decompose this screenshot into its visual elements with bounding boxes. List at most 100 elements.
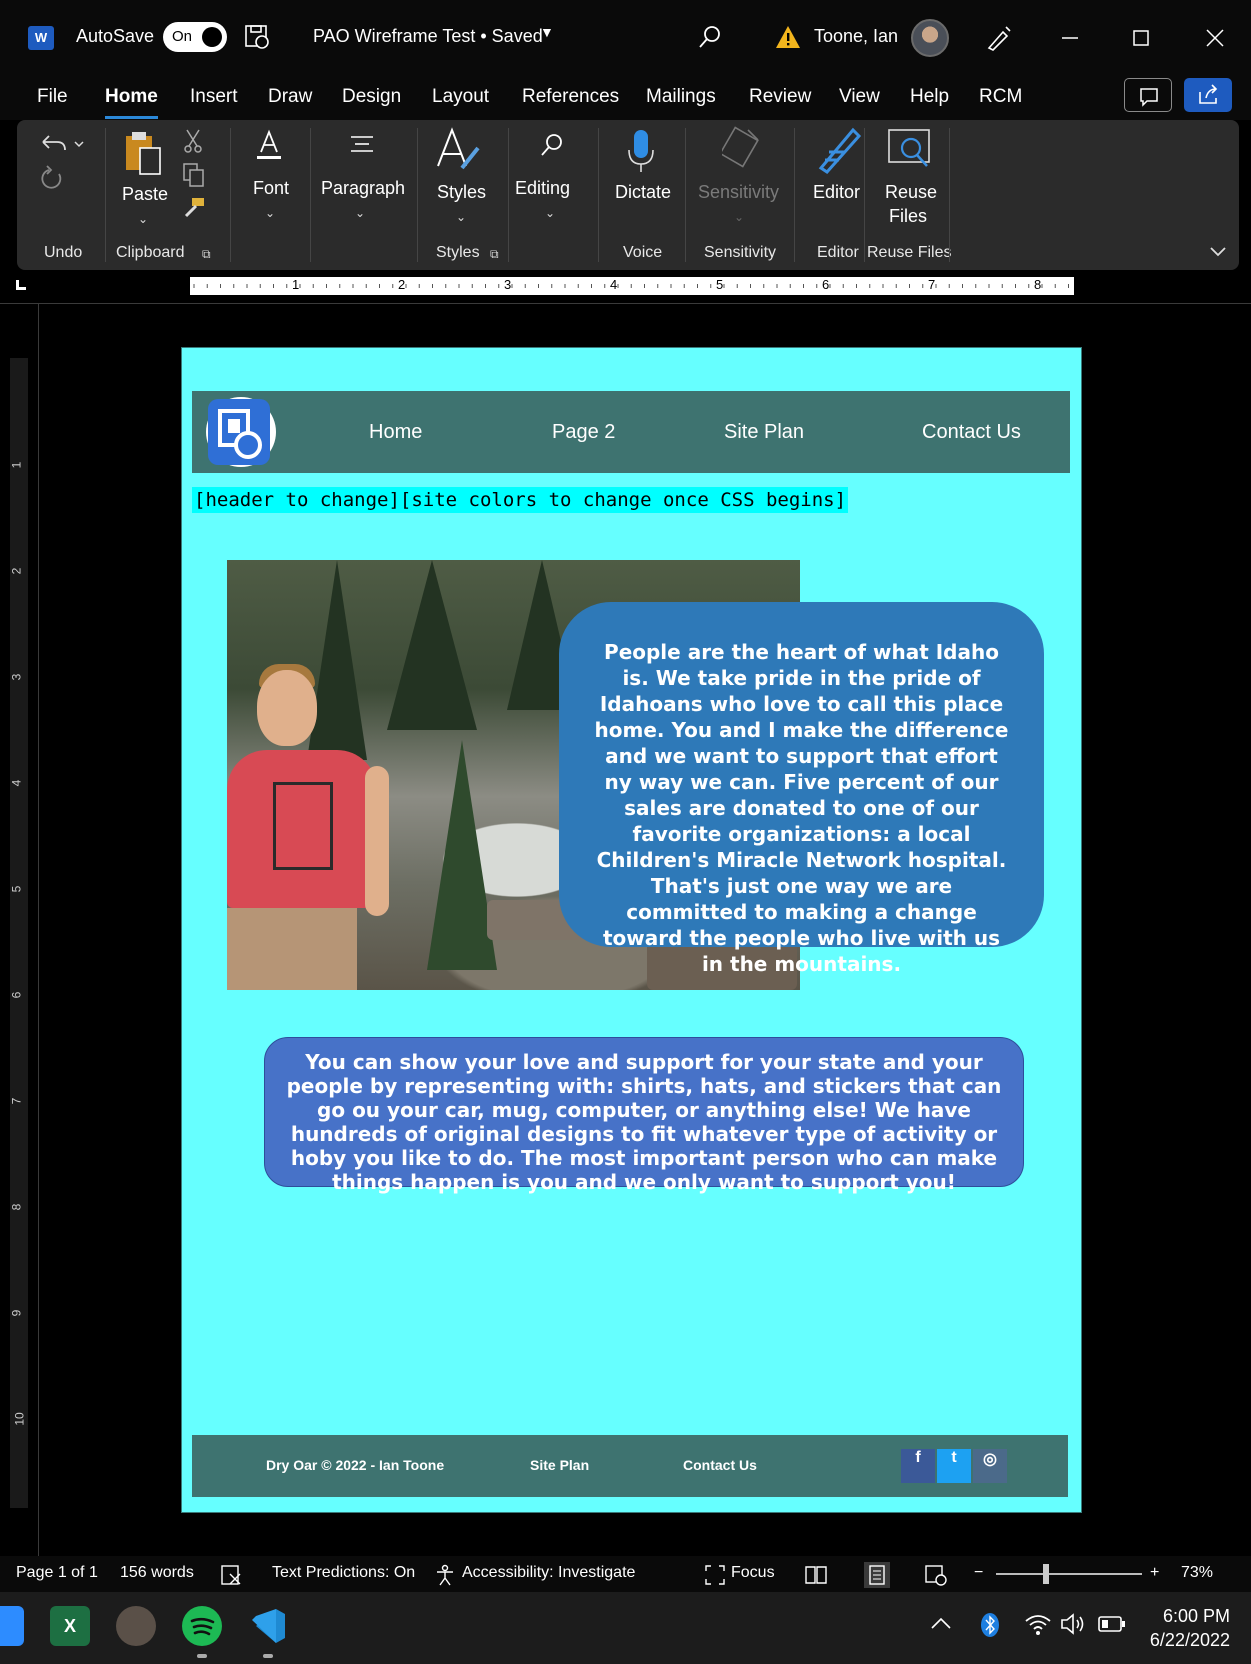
zoom-slider[interactable] xyxy=(996,1573,1142,1575)
minimize-icon[interactable] xyxy=(1050,18,1090,58)
paste-label[interactable]: Paste xyxy=(122,184,168,205)
text-predictions-status[interactable]: Text Predictions: On xyxy=(272,1564,415,1582)
focus-mode[interactable]: Focus xyxy=(731,1564,775,1582)
nav-home[interactable]: Home xyxy=(369,421,422,444)
reuse-files-label-line1[interactable]: Reuse xyxy=(885,182,937,203)
twitter-icon[interactable]: t xyxy=(937,1449,971,1483)
cut-icon[interactable] xyxy=(182,128,204,154)
editor-icon[interactable] xyxy=(815,126,863,174)
spotify-app-icon[interactable] xyxy=(182,1606,222,1646)
footer-contact-link[interactable]: Contact Us xyxy=(683,1457,757,1473)
tab-mailings[interactable]: Mailings xyxy=(646,86,716,108)
zoom-out-button[interactable]: − xyxy=(974,1564,983,1582)
page-count[interactable]: Page 1 of 1 xyxy=(16,1564,98,1582)
maximize-icon[interactable] xyxy=(1121,18,1161,58)
ruler-number: 6 xyxy=(822,277,830,292)
horizontal-ruler[interactable]: 1 2 3 4 5 6 7 8 xyxy=(190,277,1074,295)
tab-help[interactable]: Help xyxy=(910,86,949,108)
ribbon: Undo Paste ⌄ Clipboard ⧉ Font ⌄ Paragrap… xyxy=(17,120,1239,270)
warning-icon[interactable] xyxy=(775,24,801,50)
reuse-files-icon[interactable] xyxy=(887,128,935,172)
vertical-ruler[interactable]: 1 2 3 4 5 6 7 8 9 10 xyxy=(9,358,28,1508)
save-sync-icon[interactable] xyxy=(244,24,270,50)
tab-home[interactable]: Home xyxy=(105,86,158,119)
instagram-icon[interactable]: ◎ xyxy=(973,1449,1007,1483)
close-icon[interactable] xyxy=(1195,18,1235,58)
web-layout-icon[interactable] xyxy=(924,1564,948,1586)
user-name[interactable]: Toone, Ian xyxy=(814,26,898,47)
dialog-launcher-icon[interactable]: ⧉ xyxy=(490,247,499,262)
bluetooth-icon[interactable] xyxy=(980,1612,1000,1638)
facebook-icon[interactable]: f xyxy=(901,1449,935,1483)
dialog-launcher-icon[interactable]: ⧉ xyxy=(202,247,211,262)
comments-button[interactable] xyxy=(1124,78,1172,112)
chevron-down-icon[interactable]: ▼ xyxy=(540,24,554,40)
zoom-level[interactable]: 73% xyxy=(1181,1564,1213,1582)
redo-icon[interactable] xyxy=(37,164,67,194)
copy-icon[interactable] xyxy=(182,162,206,188)
paragraph-icon[interactable] xyxy=(349,132,375,158)
vscode-app-icon[interactable] xyxy=(248,1606,288,1646)
microphone-icon[interactable] xyxy=(625,128,657,176)
tab-rcm[interactable]: RCM xyxy=(979,86,1022,108)
font-icon[interactable] xyxy=(255,128,283,162)
chevron-down-icon[interactable]: ⌄ xyxy=(456,210,466,224)
footer-site-plan-link[interactable]: Site Plan xyxy=(530,1457,589,1473)
autosave-toggle[interactable]: On xyxy=(163,22,227,52)
battery-icon[interactable] xyxy=(1098,1614,1126,1634)
tab-file[interactable]: File xyxy=(37,86,68,108)
undo-icon[interactable] xyxy=(37,130,85,160)
chevron-down-icon[interactable]: ⌄ xyxy=(138,212,148,226)
tab-view[interactable]: View xyxy=(839,86,880,108)
chevron-down-icon[interactable]: ⌄ xyxy=(355,206,365,220)
styles-label[interactable]: Styles xyxy=(437,182,486,203)
wifi-icon[interactable] xyxy=(1024,1612,1052,1636)
nav-contact-us[interactable]: Contact Us xyxy=(922,421,1021,444)
share-button[interactable] xyxy=(1184,78,1232,112)
chevron-down-icon[interactable]: ⌄ xyxy=(265,206,275,220)
editing-label[interactable]: Editing xyxy=(515,178,570,199)
nav-site-plan[interactable]: Site Plan xyxy=(724,421,804,444)
nav-page-2[interactable]: Page 2 xyxy=(552,421,615,444)
volume-icon[interactable] xyxy=(1060,1612,1086,1636)
format-painter-icon[interactable] xyxy=(180,196,206,220)
avatar[interactable] xyxy=(911,19,949,57)
zoom-app-icon[interactable] xyxy=(0,1606,24,1646)
zoom-slider-thumb[interactable] xyxy=(1043,1564,1049,1584)
font-label[interactable]: Font xyxy=(253,178,289,199)
word-count[interactable]: 156 words xyxy=(120,1564,194,1582)
print-layout-icon[interactable] xyxy=(864,1562,890,1588)
site-logo[interactable] xyxy=(206,397,276,467)
collapse-ribbon-icon[interactable] xyxy=(1209,246,1227,258)
paragraph-label[interactable]: Paragraph xyxy=(321,178,405,199)
read-mode-icon[interactable] xyxy=(804,1564,828,1586)
styles-icon[interactable] xyxy=(434,126,482,174)
system-clock[interactable]: 6:00 PM 6/22/2022 xyxy=(1145,1604,1230,1652)
document-title[interactable]: PAO Wireframe Test • Saved xyxy=(313,26,543,47)
tab-selector[interactable] xyxy=(16,280,26,290)
tab-draw[interactable]: Draw xyxy=(268,86,312,108)
accessibility-icon[interactable] xyxy=(434,1564,456,1586)
gimp-app-icon[interactable] xyxy=(116,1606,156,1646)
editor-label[interactable]: Editor xyxy=(813,182,860,203)
excel-app-icon[interactable]: X xyxy=(50,1606,90,1646)
zoom-in-button[interactable]: + xyxy=(1150,1564,1159,1582)
tab-review[interactable]: Review xyxy=(749,86,811,108)
proofing-icon[interactable] xyxy=(220,1564,244,1586)
chevron-up-icon[interactable] xyxy=(930,1616,952,1630)
tab-design[interactable]: Design xyxy=(342,86,401,108)
designer-pen-icon[interactable] xyxy=(985,24,1013,52)
document-page[interactable]: Home Page 2 Site Plan Contact Us [header… xyxy=(181,347,1082,1513)
paste-icon[interactable] xyxy=(122,130,166,178)
search-icon[interactable] xyxy=(539,132,565,158)
focus-icon[interactable] xyxy=(704,1564,726,1586)
tab-layout[interactable]: Layout xyxy=(432,86,489,108)
chevron-down-icon[interactable]: ⌄ xyxy=(545,206,555,220)
search-icon[interactable] xyxy=(697,24,723,50)
tab-references[interactable]: References xyxy=(522,86,619,108)
dictate-label[interactable]: Dictate xyxy=(615,182,671,203)
chevron-down-icon: ⌄ xyxy=(734,210,745,224)
tab-insert[interactable]: Insert xyxy=(190,86,238,108)
reuse-files-label-line2[interactable]: Files xyxy=(889,206,927,227)
accessibility-status[interactable]: Accessibility: Investigate xyxy=(462,1564,635,1582)
